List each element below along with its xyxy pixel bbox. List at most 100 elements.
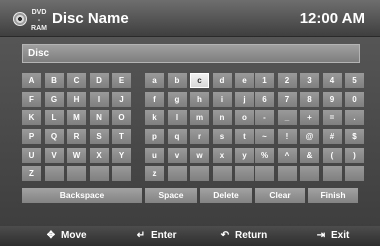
key[interactable]: k	[145, 110, 164, 125]
key[interactable]	[67, 166, 86, 181]
key[interactable]: d	[212, 73, 232, 88]
key[interactable]: l	[167, 110, 187, 125]
key[interactable]: q	[167, 129, 187, 144]
key[interactable]: =	[322, 110, 342, 125]
key[interactable]	[277, 166, 297, 181]
key[interactable]: (	[322, 148, 342, 163]
key[interactable]: 9	[322, 92, 342, 107]
key[interactable]: N	[89, 110, 109, 125]
key[interactable]: m	[190, 110, 209, 125]
finish-button[interactable]: Finish	[308, 188, 358, 203]
key[interactable]: Q	[44, 129, 64, 144]
footer-enter-label: Enter	[151, 230, 177, 241]
key[interactable]: o	[235, 110, 254, 125]
key[interactable]	[322, 166, 342, 181]
key[interactable]: F	[22, 92, 41, 107]
key[interactable]: 4	[322, 73, 342, 88]
key[interactable]: $	[345, 129, 364, 144]
key[interactable]: z	[145, 166, 164, 181]
key-selected[interactable]: c	[190, 73, 209, 88]
key[interactable]: #	[322, 129, 342, 144]
key[interactable]: 5	[345, 73, 364, 88]
key[interactable]: 6	[255, 92, 274, 107]
key[interactable]	[89, 166, 109, 181]
key[interactable]: f	[145, 92, 164, 107]
key[interactable]: O	[112, 110, 131, 125]
key[interactable]: I	[89, 92, 109, 107]
key[interactable]: +	[300, 110, 319, 125]
key[interactable]	[167, 166, 187, 181]
key[interactable]: R	[67, 129, 86, 144]
key[interactable]: .	[345, 110, 364, 125]
key[interactable]: _	[277, 110, 297, 125]
delete-button[interactable]: Delete	[200, 188, 252, 203]
key[interactable]: D	[89, 73, 109, 88]
key[interactable]: H	[67, 92, 86, 107]
key[interactable]: i	[212, 92, 232, 107]
key[interactable]: v	[167, 148, 187, 163]
key[interactable]: E	[112, 73, 131, 88]
key[interactable]: b	[167, 73, 187, 88]
key[interactable]	[300, 166, 319, 181]
key[interactable]: 7	[277, 92, 297, 107]
key[interactable]	[112, 166, 131, 181]
key[interactable]	[190, 166, 209, 181]
key[interactable]	[44, 166, 64, 181]
key[interactable]: 0	[345, 92, 364, 107]
key[interactable]: 3	[300, 73, 319, 88]
key[interactable]	[212, 166, 232, 181]
key[interactable]: Z	[22, 166, 41, 181]
key[interactable]: h	[190, 92, 209, 107]
key[interactable]: @	[300, 129, 319, 144]
footer-exit: ⇥ Exit	[314, 226, 350, 246]
key[interactable]: !	[277, 129, 297, 144]
key[interactable]: 2	[277, 73, 297, 88]
key[interactable]: x	[212, 148, 232, 163]
key[interactable]: u	[145, 148, 164, 163]
key[interactable]: K	[22, 110, 41, 125]
key[interactable]: g	[167, 92, 187, 107]
disc-name-field[interactable]: Disc	[22, 44, 360, 63]
key[interactable]: X	[89, 148, 109, 163]
key[interactable]: ~	[255, 129, 274, 144]
key[interactable]: n	[212, 110, 232, 125]
key[interactable]: )	[345, 148, 364, 163]
clear-button[interactable]: Clear	[255, 188, 305, 203]
key[interactable]: L	[44, 110, 64, 125]
key[interactable]: W	[67, 148, 86, 163]
key[interactable]: -	[255, 110, 274, 125]
key[interactable]: p	[145, 129, 164, 144]
key[interactable]: 8	[300, 92, 319, 107]
key[interactable]: t	[235, 129, 254, 144]
key[interactable]: y	[235, 148, 254, 163]
key[interactable]	[255, 166, 274, 181]
space-button[interactable]: Space	[145, 188, 197, 203]
key[interactable]: M	[67, 110, 86, 125]
key[interactable]: ^	[277, 148, 297, 163]
key[interactable]: V	[44, 148, 64, 163]
key[interactable]: J	[112, 92, 131, 107]
key[interactable]	[235, 166, 254, 181]
key[interactable]: A	[22, 73, 41, 88]
key[interactable]	[345, 166, 364, 181]
key[interactable]: P	[22, 129, 41, 144]
key[interactable]: w	[190, 148, 209, 163]
key[interactable]: r	[190, 129, 209, 144]
key[interactable]: 1	[255, 73, 274, 88]
key[interactable]: B	[44, 73, 64, 88]
footer-bar: ✥ Move ↵ Enter ↶ Return ⇥ Exit	[0, 226, 380, 246]
key[interactable]: Y	[112, 148, 131, 163]
footer-return-label: Return	[235, 230, 268, 241]
key[interactable]: T	[112, 129, 131, 144]
key[interactable]: U	[22, 148, 41, 163]
key[interactable]: &	[300, 148, 319, 163]
key[interactable]: S	[89, 129, 109, 144]
key[interactable]: e	[235, 73, 254, 88]
key[interactable]: %	[255, 148, 274, 163]
key[interactable]: j	[235, 92, 254, 107]
key[interactable]: G	[44, 92, 64, 107]
key[interactable]: a	[145, 73, 164, 88]
backspace-button[interactable]: Backspace	[22, 188, 142, 203]
key[interactable]: C	[67, 73, 86, 88]
key[interactable]: s	[212, 129, 232, 144]
